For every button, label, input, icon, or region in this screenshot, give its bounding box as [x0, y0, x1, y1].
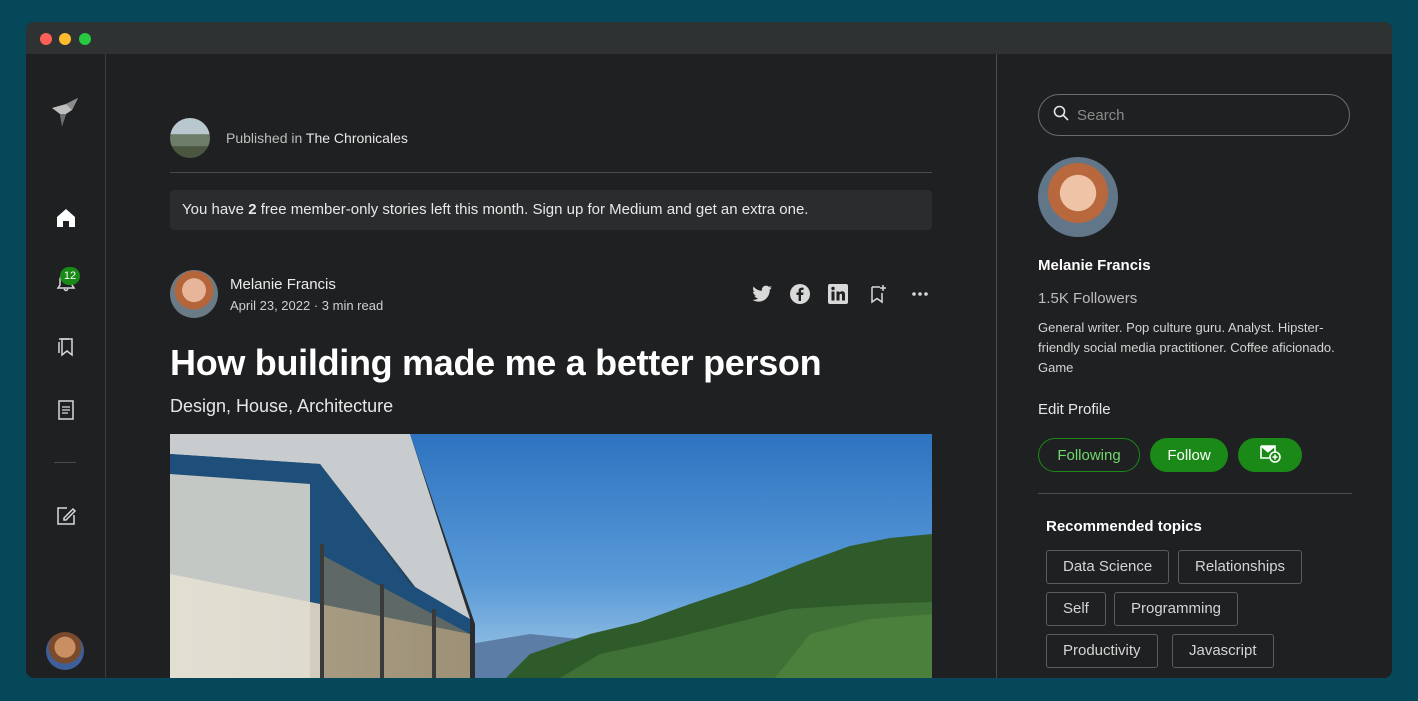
author-name-link[interactable]: Melanie Francis [230, 276, 336, 293]
recommended-topics-title: Recommended topics [1046, 518, 1202, 535]
publication-row: Published in The Chronicales [170, 118, 408, 158]
left-navigation: 12 [26, 54, 106, 678]
publication-prefix: Published in [226, 130, 306, 146]
article-title: How building made me a better person [170, 342, 822, 383]
profile-name[interactable]: Melanie Francis [1038, 257, 1151, 274]
search-input[interactable] [1075, 105, 1349, 125]
bookmarks-icon[interactable] [54, 334, 78, 358]
linkedin-icon[interactable] [826, 282, 850, 306]
article-hero-image [170, 434, 932, 678]
logo-icon[interactable] [48, 94, 84, 130]
topic-chip-javascript[interactable]: Javascript [1172, 634, 1274, 668]
nav-divider [54, 462, 76, 463]
edit-profile-link[interactable]: Edit Profile [1038, 401, 1111, 418]
member-notice-banner: You have 2 free member-only stories left… [170, 190, 932, 230]
article-main: Published in The Chronicales You have 2 … [106, 54, 996, 678]
publication-text: Published in The Chronicales [226, 130, 408, 146]
author-avatar[interactable] [170, 270, 218, 318]
topic-chip-productivity[interactable]: Productivity [1046, 634, 1158, 668]
notice-count: 2 [248, 201, 257, 218]
follow-button[interactable]: Follow [1150, 438, 1228, 472]
sidebar-section-divider [1038, 493, 1352, 494]
topic-chip-relationships[interactable]: Relationships [1178, 550, 1303, 584]
topic-chip-self[interactable]: Self [1046, 592, 1106, 626]
profile-sidebar: Melanie Francis 1.5K Followers General w… [997, 54, 1392, 678]
notification-count-badge: 12 [60, 267, 80, 285]
search-icon [1053, 105, 1069, 126]
more-icon[interactable] [908, 282, 932, 306]
notice-text-after[interactable]: free member-only stories left this month… [257, 201, 809, 218]
home-icon[interactable] [54, 206, 78, 230]
mail-subscribe-icon [1258, 442, 1282, 468]
publication-divider [170, 172, 932, 173]
minimize-window-button[interactable] [59, 33, 71, 45]
bookmark-add-icon[interactable] [866, 282, 890, 306]
article-meta: April 23, 2022 · 3 min read [230, 298, 384, 313]
share-toolbar [736, 282, 932, 306]
subscribe-email-button[interactable] [1238, 438, 1302, 472]
topic-chip-data-science[interactable]: Data Science [1046, 550, 1170, 584]
topic-chip-programming[interactable]: Programming [1114, 592, 1239, 626]
twitter-icon[interactable] [750, 282, 774, 306]
write-icon[interactable] [54, 504, 78, 528]
close-window-button[interactable] [40, 33, 52, 45]
profile-bio: General writer. Pop culture guru. Analys… [1038, 320, 1335, 375]
title-bar [26, 22, 1392, 54]
notice-text-before: You have [182, 201, 249, 218]
author-row: Melanie Francis April 23, 2022 · 3 min r… [170, 270, 932, 320]
article-tags: Design, House, Architecture [170, 396, 394, 416]
facebook-icon[interactable] [788, 282, 812, 306]
publication-name-link[interactable]: The Chronicales [306, 130, 408, 146]
maximize-window-button[interactable] [79, 33, 91, 45]
profile-avatar[interactable] [1038, 157, 1118, 237]
app-window: 12 Published in The Chronicales You have… [26, 22, 1392, 678]
publication-avatar[interactable] [170, 118, 210, 158]
followers-count[interactable]: 1.5K Followers [1038, 290, 1137, 307]
search-box[interactable] [1038, 94, 1350, 136]
document-icon[interactable] [54, 398, 78, 422]
following-button[interactable]: Following [1038, 438, 1140, 472]
user-avatar[interactable] [46, 632, 84, 670]
profile-actions: Following Follow [1038, 438, 1312, 472]
